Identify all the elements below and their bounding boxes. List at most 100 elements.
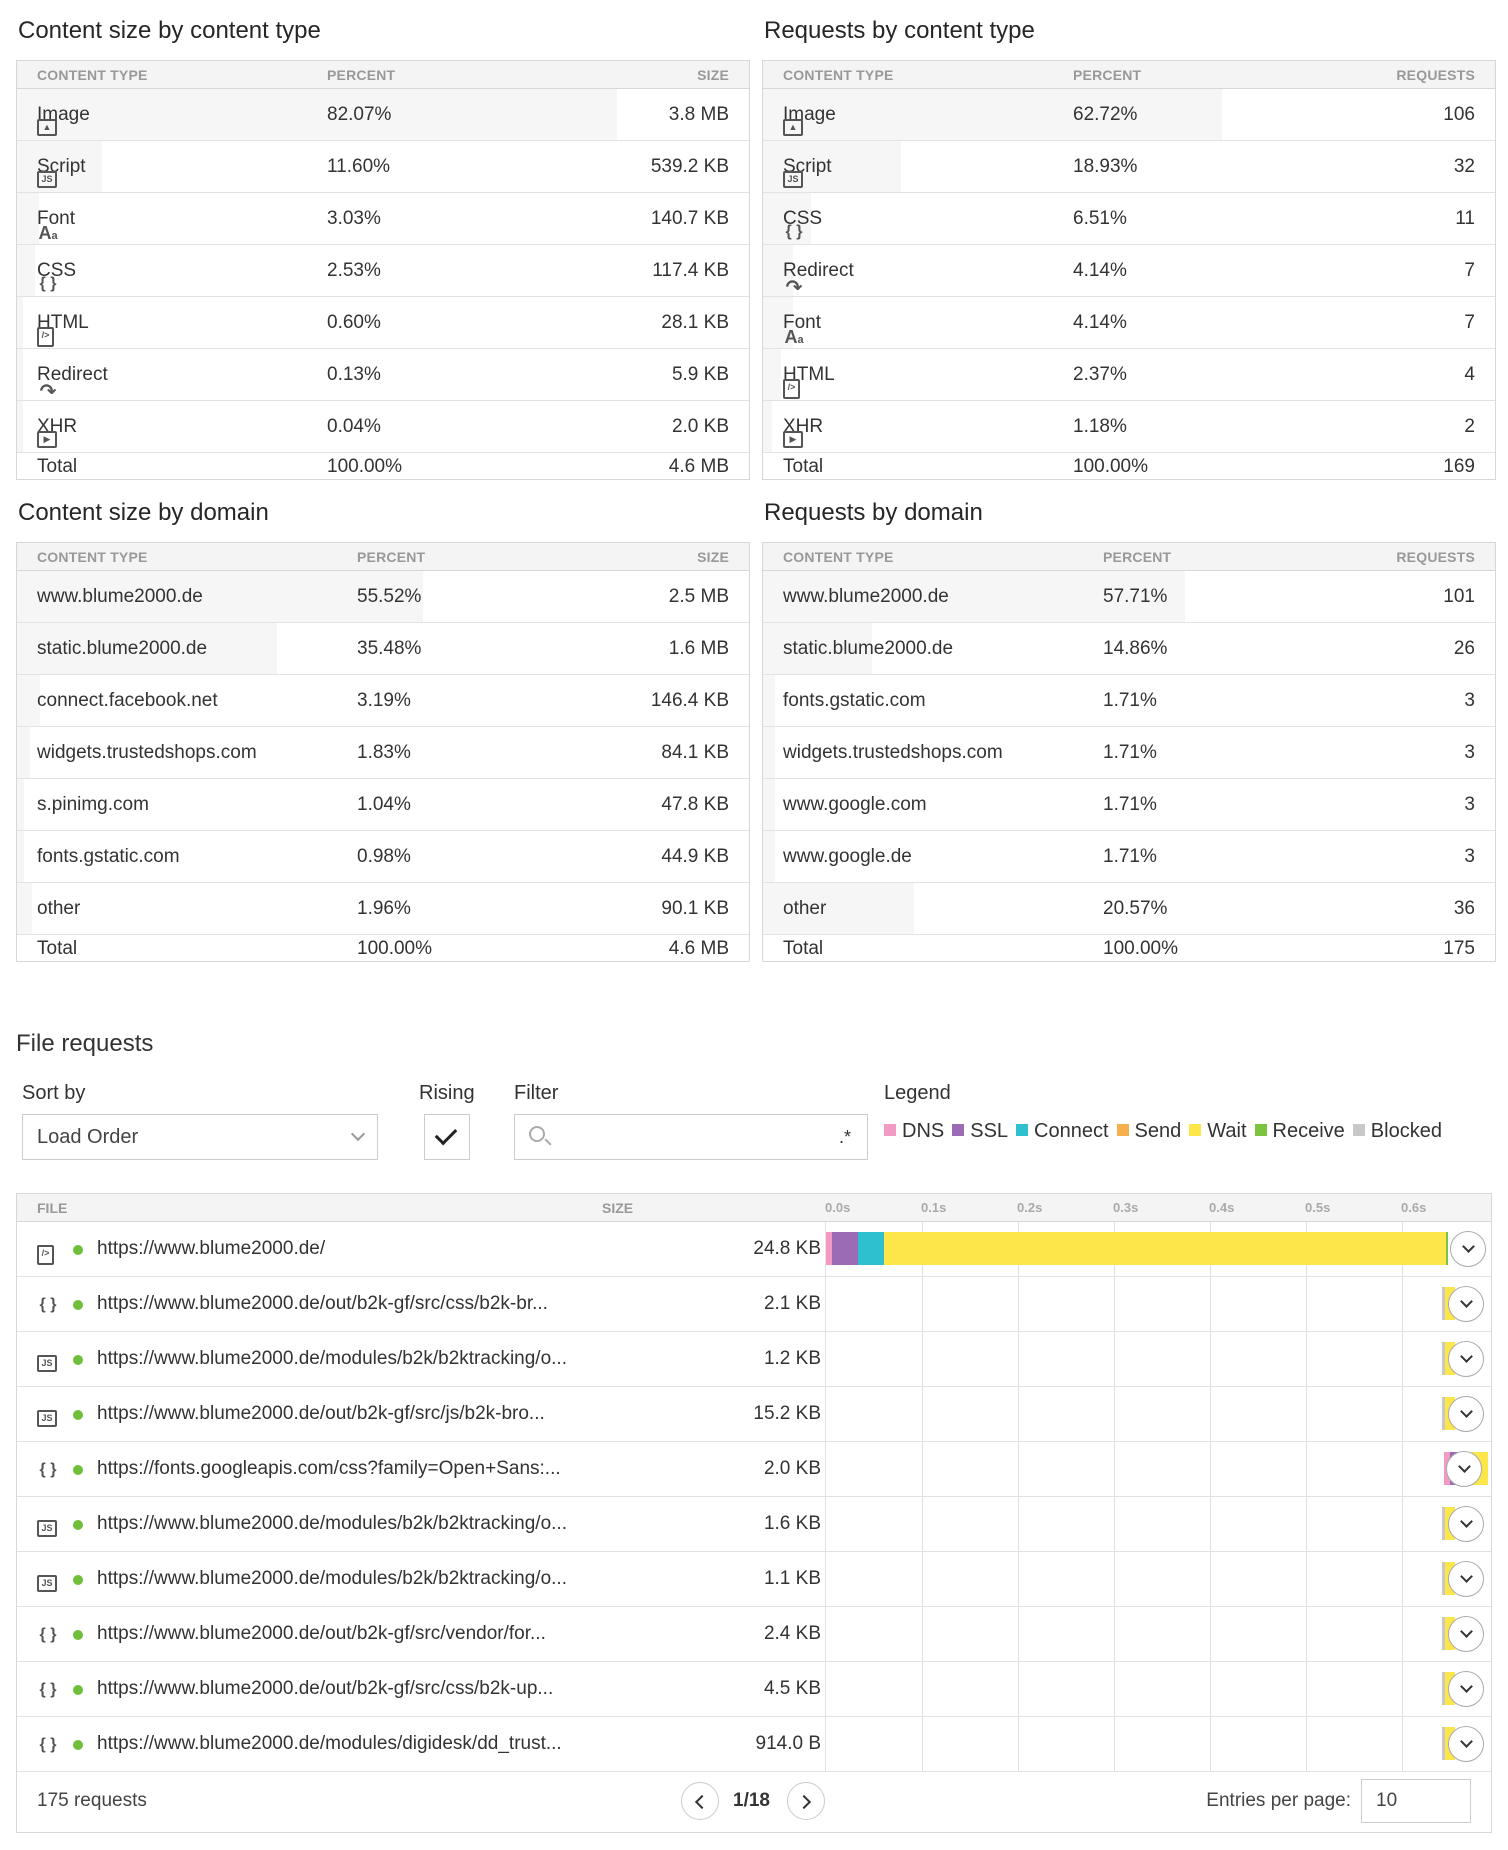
row-percent: 18.93% [1073, 156, 1138, 177]
file-row[interactable]: JS https://www.blume2000.de/modules/b2k/b… [17, 1332, 1491, 1387]
table-row: widgets.trustedshops.com 1.71% 3 [763, 727, 1495, 779]
file-url[interactable]: https://www.blume2000.de/out/b2k-gf/src/… [97, 1623, 546, 1645]
col-type: CONTENT TYPE [37, 67, 148, 83]
grid-line [1114, 1497, 1115, 1551]
expand-row-button[interactable] [1448, 1561, 1484, 1597]
file-row[interactable]: { } https://www.blume2000.de/modules/digi… [17, 1717, 1491, 1772]
expand-row-button[interactable] [1448, 1506, 1484, 1542]
col-percent: PERCENT [1103, 549, 1172, 565]
expand-row-button[interactable] [1448, 1396, 1484, 1432]
grid-line [1210, 1332, 1211, 1386]
row-percent: 0.98% [357, 846, 411, 867]
filter-input[interactable]: .* [514, 1114, 868, 1160]
legend-text: SSL [970, 1120, 1009, 1142]
row-percent: 4.14% [1073, 312, 1127, 333]
grid-line [1402, 1497, 1403, 1551]
html-icon: /> [37, 1245, 54, 1265]
script-icon: JS [37, 1575, 57, 1592]
regex-toggle[interactable]: .* [839, 1127, 851, 1148]
expand-row-button[interactable] [1450, 1231, 1486, 1267]
file-row[interactable]: JS https://www.blume2000.de/modules/b2k/b… [17, 1497, 1491, 1552]
table-row: ▶ XHR 0.04% 2.0 KB [17, 401, 749, 453]
file-url[interactable]: https://www.blume2000.de/out/b2k-gf/src/… [97, 1293, 548, 1315]
legend-text: Receive [1272, 1120, 1345, 1142]
expand-row-button[interactable] [1448, 1616, 1484, 1652]
file-url[interactable]: https://www.blume2000.de/out/b2k-gf/src/… [97, 1403, 545, 1425]
total-row: Total 100.00% 4.6 MB [17, 935, 749, 961]
file-url[interactable]: https://www.blume2000.de/ [97, 1238, 325, 1260]
percent-bar [17, 831, 24, 882]
table-row: fonts.gstatic.com 0.98% 44.9 KB [17, 831, 749, 883]
waterfall-cell [825, 1442, 1491, 1496]
file-row[interactable]: JS https://www.blume2000.de/modules/b2k/b… [17, 1552, 1491, 1607]
row-name: other [783, 898, 827, 919]
expand-row-button[interactable] [1448, 1671, 1484, 1707]
panel-title: Requests by content type [764, 17, 1035, 44]
legend-item-connect: Connect [1016, 1120, 1109, 1143]
grid-line [1306, 1717, 1307, 1771]
row-name: www.google.com [783, 794, 927, 815]
file-type: { } [37, 1733, 73, 1755]
table-row: ↷ Redirect 4.14% 7 [763, 245, 1495, 299]
file-type: JS [37, 1568, 73, 1592]
row-value: 146.4 KB [650, 690, 729, 711]
panel-size-by-domain: Content size by domain CONTENT TYPE PERCE… [16, 498, 750, 962]
row-label: ▶ XHR [37, 416, 77, 448]
sort-by-select[interactable]: Load Order [22, 1114, 378, 1160]
total-value: 4.6 MB [668, 456, 729, 477]
table-header: CONTENT TYPE PERCENT REQUESTS [763, 61, 1495, 89]
total-percent: 100.00% [1103, 938, 1179, 959]
file-row[interactable]: { } https://www.blume2000.de/out/b2k-gf/s… [17, 1277, 1491, 1332]
status-dot [73, 1520, 83, 1530]
css-icon: { } [39, 1461, 57, 1478]
file-url[interactable]: https://fonts.googleapis.com/css?family=… [97, 1458, 561, 1480]
file-row[interactable]: { } https://www.blume2000.de/out/b2k-gf/s… [17, 1607, 1491, 1662]
grid-line [1114, 1662, 1115, 1716]
expand-row-button[interactable] [1448, 1341, 1484, 1377]
entries-per-page-input[interactable]: 10 [1361, 1779, 1471, 1823]
image-icon: ▲ [783, 119, 803, 136]
status-dot [73, 1740, 83, 1750]
file-size: 1.2 KB [763, 1348, 821, 1369]
row-percent: 2.53% [327, 260, 381, 281]
row-label: /> HTML [37, 312, 89, 347]
file-type: JS [37, 1348, 73, 1372]
grid-line [1018, 1717, 1019, 1771]
css-icon: { } [39, 1681, 57, 1698]
total-row: Total 100.00% 169 [763, 453, 1495, 479]
timing-ssl [832, 1232, 858, 1265]
file-row[interactable]: { } https://fonts.googleapis.com/css?fami… [17, 1442, 1491, 1497]
row-value: 3.8 MB [668, 104, 729, 125]
file-row[interactable]: JS https://www.blume2000.de/out/b2k-gf/sr… [17, 1387, 1491, 1442]
percent-bar [17, 401, 23, 452]
file-url[interactable]: https://www.blume2000.de/out/b2k-gf/src/… [97, 1678, 553, 1700]
file-url[interactable]: https://www.blume2000.de/modules/b2k/b2k… [97, 1568, 567, 1590]
expand-row-button[interactable] [1448, 1726, 1484, 1762]
search-icon [529, 1126, 545, 1142]
grid-line [1306, 1332, 1307, 1386]
row-value: 7 [1464, 312, 1475, 333]
file-url[interactable]: https://www.blume2000.de/modules/digides… [97, 1733, 562, 1755]
row-percent: 14.86% [1103, 638, 1168, 659]
prev-page-button[interactable] [681, 1782, 719, 1820]
table-row: ▲ Image 82.07% 3.8 MB [17, 89, 749, 141]
next-page-button[interactable] [787, 1782, 825, 1820]
file-row[interactable]: /> https://www.blume2000.de/24.8 KB [17, 1222, 1491, 1277]
row-label: { } CSS [783, 208, 822, 240]
row-label: widgets.trustedshops.com [37, 742, 257, 764]
file-row[interactable]: { } https://www.blume2000.de/out/b2k-gf/s… [17, 1662, 1491, 1717]
file-url[interactable]: https://www.blume2000.de/modules/b2k/b2k… [97, 1348, 567, 1370]
rising-checkbox[interactable] [424, 1114, 470, 1160]
waterfall-cell [825, 1717, 1491, 1771]
file-url[interactable]: https://www.blume2000.de/modules/b2k/b2k… [97, 1513, 567, 1535]
grid-line [922, 1277, 923, 1331]
row-percent: 0.60% [327, 312, 381, 333]
expand-row-button[interactable] [1446, 1451, 1482, 1487]
script-icon: JS [37, 1520, 57, 1537]
timeline-tick: 0.3s [1113, 1200, 1139, 1215]
legend-swatch [1016, 1124, 1029, 1136]
grid-line [1114, 1442, 1115, 1496]
css-icon: { } [39, 1626, 57, 1643]
row-label: connect.facebook.net [37, 690, 218, 712]
expand-row-button[interactable] [1448, 1286, 1484, 1322]
